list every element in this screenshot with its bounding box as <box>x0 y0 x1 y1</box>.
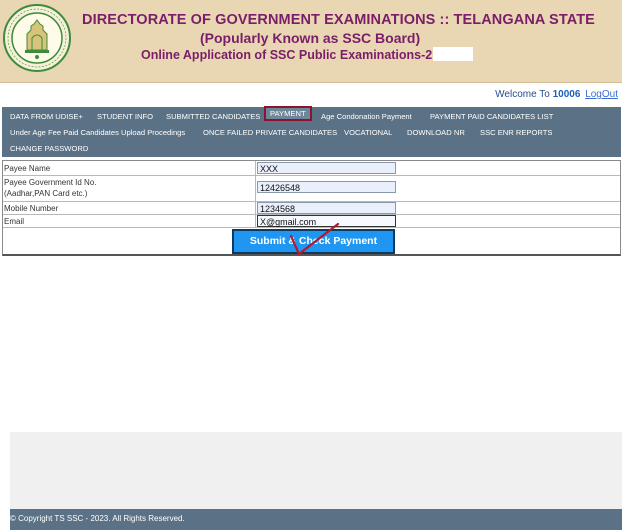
telangana-emblem-icon <box>3 4 71 72</box>
form-row-payee-name: Payee Name XXX <box>3 161 620 176</box>
nav-student-info[interactable]: STUDENT INFO <box>97 112 153 121</box>
payee-gov-id-input[interactable]: 12426548 <box>257 181 396 193</box>
application-title: Online Application of SSC Public Examina… <box>141 47 474 62</box>
mobile-label: Mobile Number <box>4 204 59 213</box>
nav-payment-paid-candidates-list[interactable]: PAYMENT PAID CANDIDATES LIST <box>430 112 553 121</box>
email-input[interactable]: X@gmail.com <box>257 215 396 227</box>
nav-download-nr[interactable]: DOWNLOAD NR <box>407 128 465 137</box>
copyright-text: © Copyright TS SSC - 2023. All Rights Re… <box>10 514 185 523</box>
logout-link[interactable]: LogOut <box>585 89 618 100</box>
page-bottom-area <box>10 432 622 511</box>
nav-age-condonation-payment[interactable]: Age Condonation Payment <box>321 112 412 121</box>
site-footer: © Copyright TS SSC - 2023. All Rights Re… <box>10 509 622 530</box>
nav-ssc-enr-reports[interactable]: SSC ENR REPORTS <box>480 128 552 137</box>
main-nav: DATA FROM UDISE+ STUDENT INFO SUBMITTED … <box>2 106 621 157</box>
page-subtitle: (Popularly Known as SSC Board) <box>200 30 421 46</box>
nav-submitted-candidates[interactable]: SUBMITTED CANDIDATES <box>166 112 260 121</box>
application-title-text: Online Application of SSC Public Examina… <box>141 48 433 62</box>
payee-name-label: Payee Name <box>4 164 51 173</box>
form-row-mobile: Mobile Number 1234568 <box>3 202 620 215</box>
welcome-bar: Welcome To 10006 LogOut <box>495 89 618 100</box>
form-row-email: Email X@gmail.com <box>3 215 620 228</box>
payee-gov-id-sublabel: (Aadhar,PAN Card etc.) <box>4 189 88 198</box>
nav-under-age-fee-paid[interactable]: Under Age Fee Paid Candidates Upload Pro… <box>10 128 185 137</box>
redacted-area <box>433 47 474 61</box>
page-title: DIRECTORATE OF GOVERNMENT EXAMINATIONS :… <box>82 12 595 28</box>
nav-once-failed-private[interactable]: ONCE FAILED PRIVATE CANDIDATES <box>203 128 337 137</box>
nav-vocational[interactable]: VOCATIONAL <box>344 128 392 137</box>
nav-payment[interactable]: PAYMENT <box>264 106 312 121</box>
email-label: Email <box>4 217 25 226</box>
submit-check-payment-button[interactable]: Submit & Check Payment <box>232 229 395 254</box>
payee-name-input[interactable]: XXX <box>257 162 396 174</box>
form-row-payee-gov-id: Payee Government Id No. (Aadhar,PAN Card… <box>3 176 620 202</box>
mobile-input[interactable]: 1234568 <box>257 202 396 214</box>
payee-gov-id-label: Payee Government Id No. <box>4 178 97 187</box>
nav-data-from-udise[interactable]: DATA FROM UDISE+ <box>10 112 83 121</box>
user-id: 10006 <box>552 89 581 100</box>
welcome-label: Welcome To <box>495 89 550 100</box>
site-header: DIRECTORATE OF GOVERNMENT EXAMINATIONS :… <box>0 0 622 83</box>
payment-form: Payee Name XXX Payee Government Id No. (… <box>2 160 621 256</box>
nav-change-password[interactable]: CHANGE PASSWORD <box>10 144 88 153</box>
